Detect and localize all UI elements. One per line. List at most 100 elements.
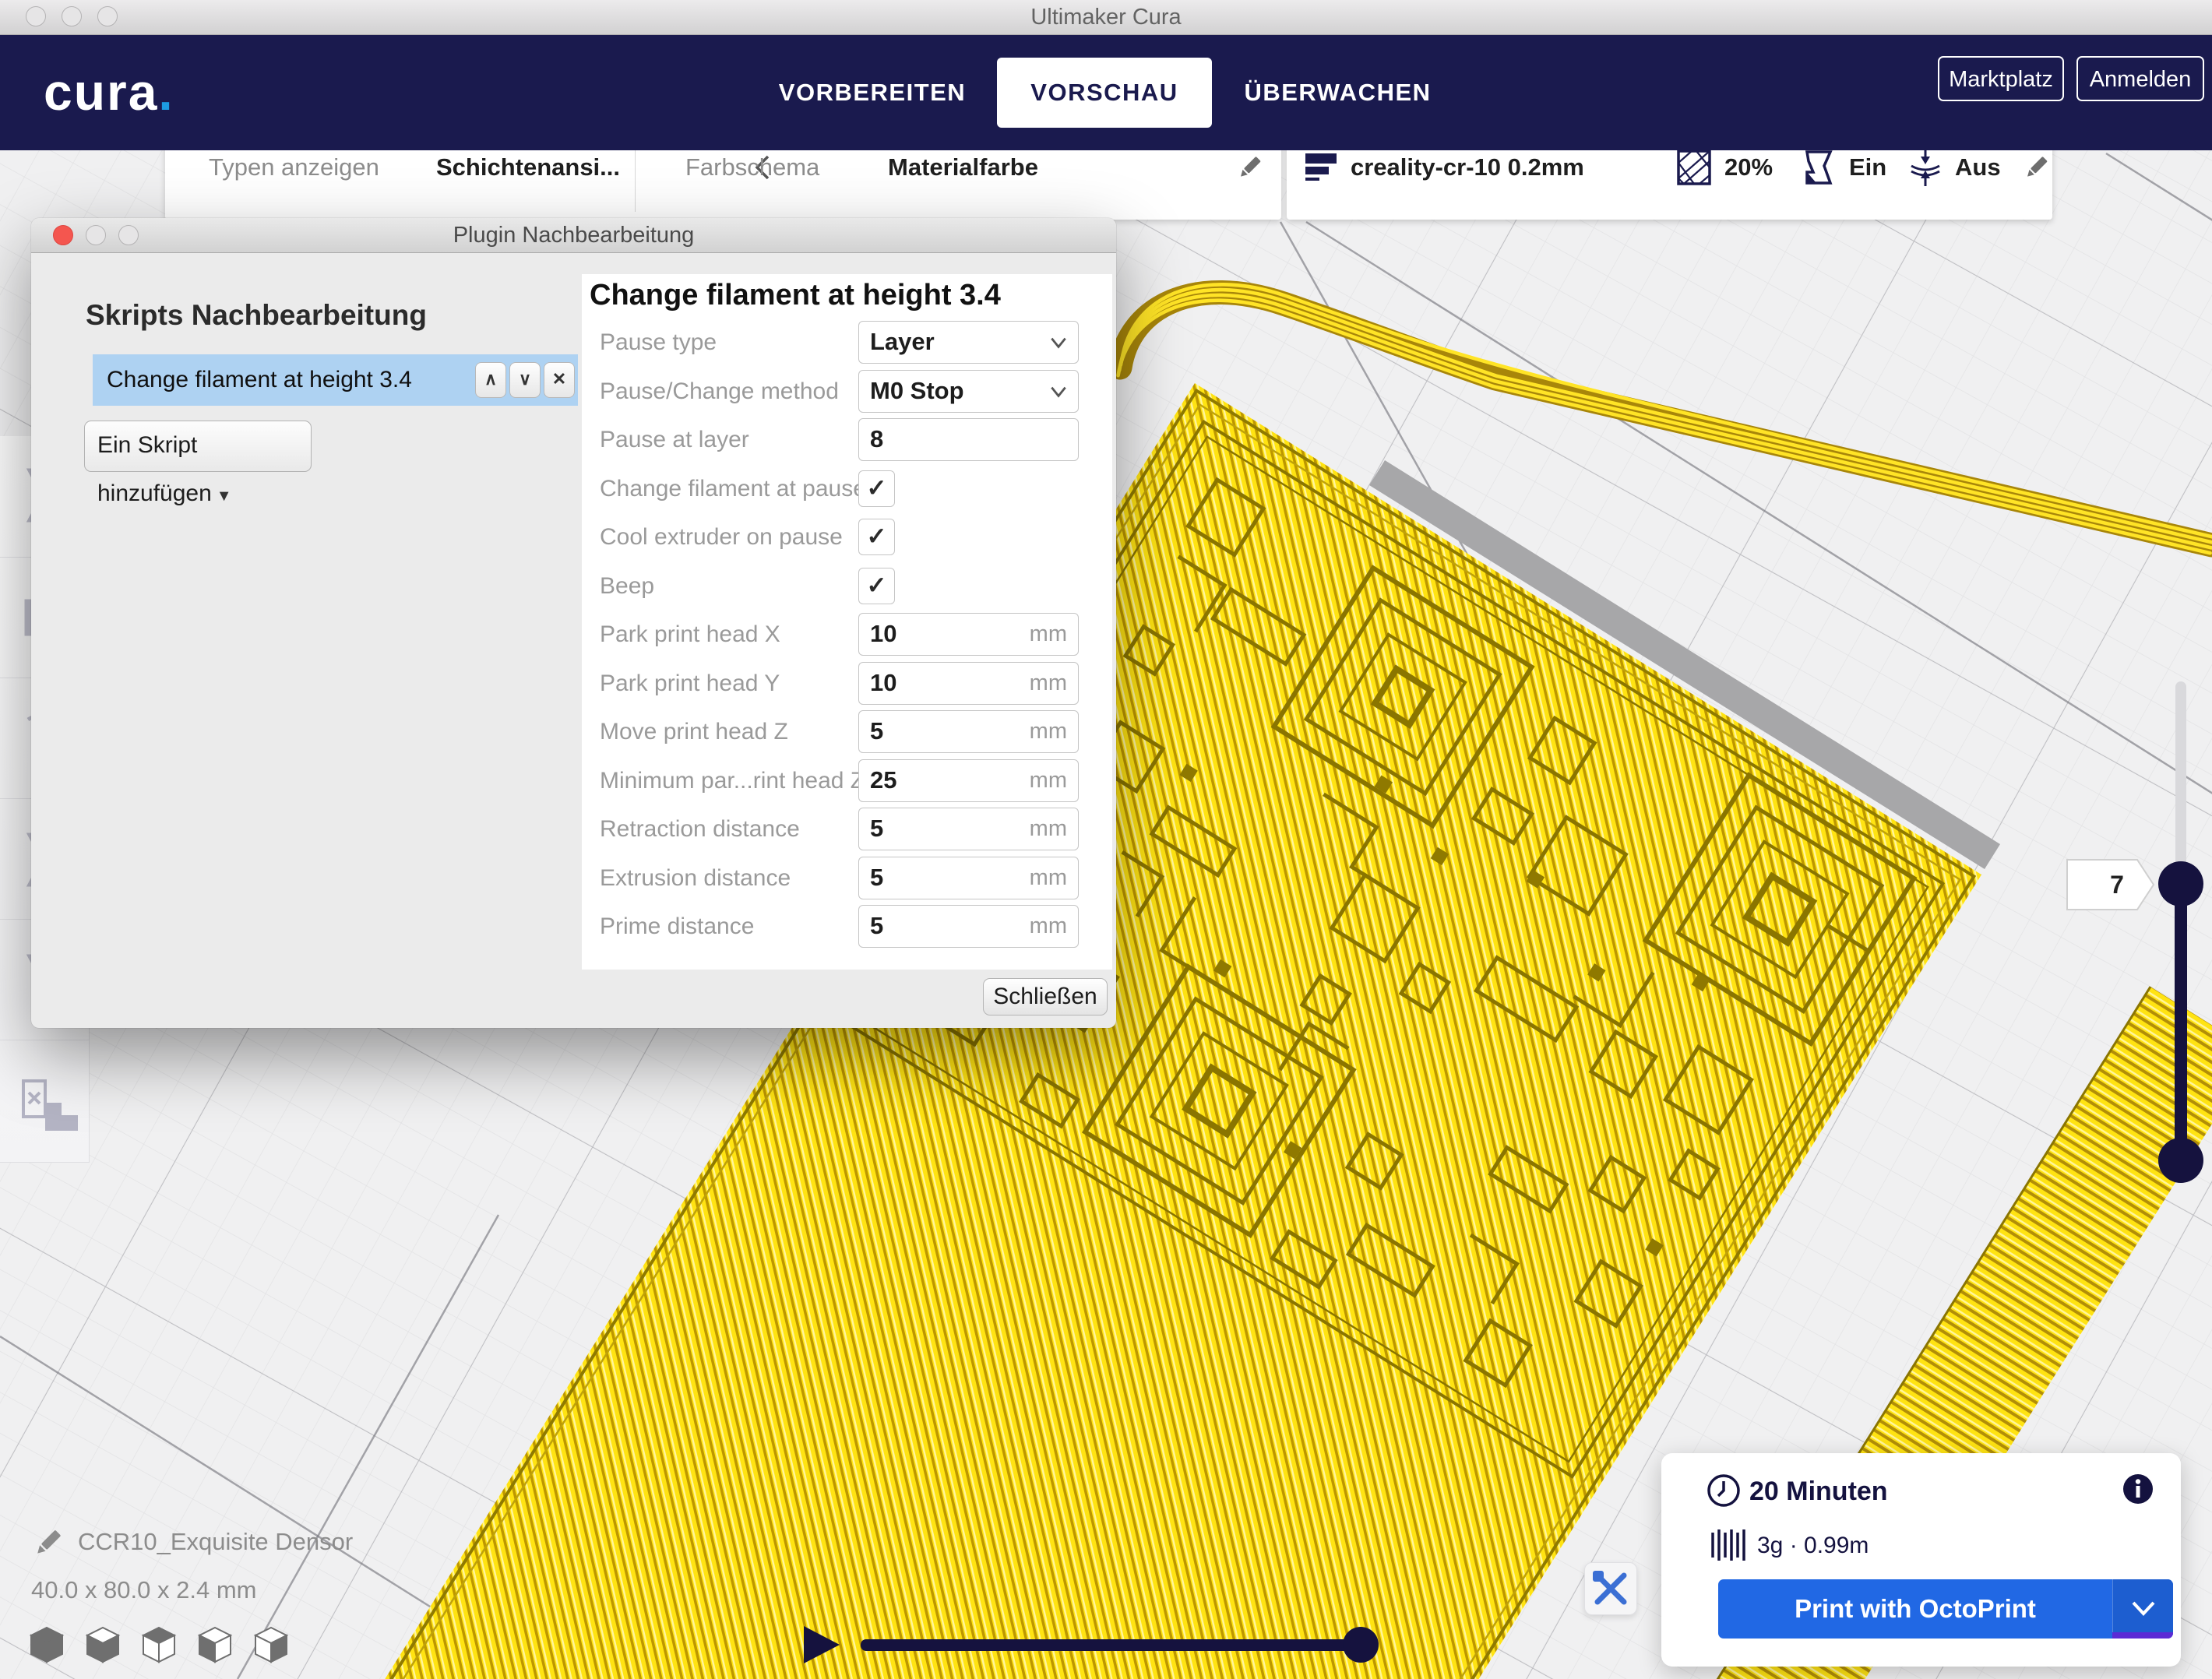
window-title: Ultimaker Cura [0,0,2212,34]
tab-ueberwachen[interactable]: ÜBERWACHEN [1231,34,1445,150]
play-button[interactable] [804,1626,840,1663]
form-rows: Pause type Layer Pause/Change method M0 Sto… [582,319,1112,952]
form-row: Pause type Layer [582,319,1112,368]
input-field[interactable]: 10 mm [858,613,1079,656]
edit-pencil-icon[interactable] [1235,153,1263,181]
move-script-up-button[interactable]: ∧ [475,362,506,398]
print-button[interactable]: Print with OctoPrint [1718,1579,2173,1639]
info-icon[interactable] [2122,1473,2154,1505]
print-options-chevron[interactable] [2112,1579,2173,1639]
form-row-label: Park print head X [600,611,780,660]
cura-window: 7 Ul [0,0,2212,1679]
form-row-label: Beep [600,562,654,611]
input-field[interactable]: 8 [858,418,1079,461]
adhesion-icon [1907,147,1944,188]
infill-icon [1676,149,1714,186]
scrubber-track[interactable] [861,1639,1365,1651]
form-row: Park print head Y10mm [582,660,1112,709]
checkbox[interactable]: ✓ [858,519,895,555]
field-value: M0 Stop [870,371,964,411]
field-value: Layer [870,322,935,362]
form-row-label: Pause at layer [600,416,749,465]
window-titlebar[interactable]: Ultimaker Cura [0,0,2212,35]
form-row-label: Cool extruder on pause [600,513,843,562]
move-script-down-button[interactable]: ∨ [509,362,541,398]
scrubber-handle[interactable] [1343,1627,1379,1663]
chevron-down-icon [1048,333,1069,353]
layer-slider-track[interactable] [2175,681,2186,888]
logo-dot: . [158,63,174,121]
form-row-label: Change filament at pause [600,465,866,514]
field-unit: mm [1030,906,1067,946]
field-unit: mm [1030,663,1067,703]
form-row: Retraction distance 5 mm [582,805,1112,854]
form-row: Park print head X 10 mm [582,611,1112,660]
scripts-heading: Skripts Nachbearbeitung [86,299,427,332]
add-script-dropdown[interactable]: Ein Skript hinzufügen▼ [84,421,312,472]
form-row: Cool extruder on pause ✓ [582,513,1112,562]
print-button-label[interactable]: Print with OctoPrint [1718,1579,2112,1639]
view-orientation-buttons[interactable] [31,1628,287,1662]
view-left-icon [199,1628,231,1662]
form-row: Extrusion distance 5mm [582,854,1112,903]
form-row: Change filament at pause✓ [582,465,1112,514]
field-value: 10 [870,614,896,654]
form-row-label: Pause/Change method [600,368,839,417]
support-blocker-icon[interactable] [23,1081,78,1131]
field-value: 5 [870,711,883,752]
tab-vorbereiten[interactable]: VORBEREITEN [771,34,974,150]
field-value: 25 [870,760,896,801]
field-value: 5 [870,808,883,849]
print-button-accent [2112,1632,2173,1639]
field-value: 5 [870,857,883,898]
print-time: 20 Minuten [1749,1477,1888,1507]
checkbox[interactable]: ✓ [858,568,895,604]
script-list-item-selected[interactable]: Change filament at height 3.4 ∧ ∨ ✕ [93,354,578,406]
edit-printer-pencil-icon[interactable] [2022,153,2050,181]
form-row: Pause/Change method M0 Stop [582,368,1112,417]
input-field[interactable]: 5 mm [858,808,1079,850]
field-unit: mm [1030,808,1067,849]
input-field[interactable]: 5mm [858,710,1079,753]
layer-slider-handle-bottom[interactable] [2158,1138,2203,1183]
form-row-label: Retraction distance [600,805,800,854]
dropdown-field[interactable]: Layer [858,321,1079,364]
field-unit: mm [1030,760,1067,801]
main-nav: cura. VORBEREITEN VORSCHAU ÜBERWACHEN Ma… [0,34,2212,150]
field-value: 8 [870,419,883,459]
input-field[interactable]: 25 mm [858,759,1079,802]
form-row: Pause at layer 8 [582,416,1112,465]
marketplace-button[interactable]: Marktplatz [1938,56,2064,101]
rename-pencil-icon[interactable] [31,1526,64,1559]
layers-icon [1304,150,1340,186]
form-row-label: Pause type [600,319,717,368]
input-field[interactable]: 10 mm [858,662,1079,705]
field-unit: mm [1030,614,1067,654]
script-settings-panel: Change filament at height 3.4 Pause type… [582,274,1112,970]
model-dimensions: 40.0 x 80.0 x 2.4 mm [31,1576,256,1604]
remove-script-button[interactable]: ✕ [544,362,575,398]
dialog-title: Plugin Nachbearbeitung [31,218,1116,252]
form-row: Move print head Z 5mm [582,708,1112,757]
field-value: 10 [870,663,896,703]
script-settings-heading: Change filament at height 3.4 [590,279,1001,312]
input-field[interactable]: 5mm [858,905,1079,948]
dropdown-field[interactable]: M0 Stop [858,370,1079,413]
close-dialog-button[interactable]: Schließen [983,978,1108,1015]
checkbox[interactable]: ✓ [858,470,895,507]
adjust-settings-button[interactable] [1584,1562,1637,1615]
dialog-titlebar[interactable]: Plugin Nachbearbeitung [31,218,1116,253]
tab-vorschau[interactable]: VORSCHAU [997,58,1212,128]
layer-indicator-flag: 7 [2066,858,2151,911]
form-row-label: Extrusion distance [600,854,791,903]
model-name[interactable]: CCR10_Exquisite Densor [78,1528,353,1556]
input-field[interactable]: 5mm [858,857,1079,899]
form-row-label: Prime distance [600,903,754,952]
current-layer-number: 7 [2101,858,2133,911]
layer-slider-handle-top[interactable] [2158,861,2203,906]
checkmark-icon: ✓ [867,572,887,599]
form-row-label: Move print head Z [600,708,788,757]
form-row: Prime distance 5mm [582,903,1112,952]
signin-button[interactable]: Anmelden [2076,56,2204,101]
view-3d-icon [31,1628,62,1662]
